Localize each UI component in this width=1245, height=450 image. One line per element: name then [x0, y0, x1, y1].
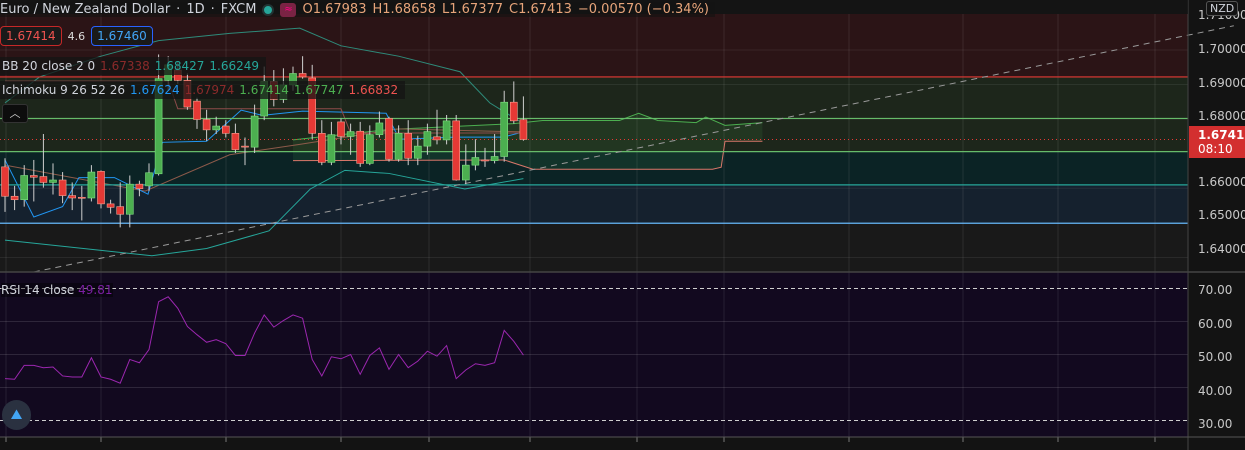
candle-down [68, 195, 76, 199]
ichimoku-span-b-value: 1.66832 [348, 83, 399, 97]
bb-basis-value: 1.67338 [100, 59, 150, 73]
price-axis-label: 1.70000 [1198, 42, 1245, 56]
candle-up [250, 115, 259, 148]
currency-label[interactable]: NZD [1206, 1, 1239, 16]
candle-down [356, 130, 365, 164]
candle-up [375, 122, 384, 135]
interval[interactable]: 1D [186, 2, 204, 17]
candle-down [39, 176, 48, 183]
rsi-axis-label: 50.00 [1198, 350, 1233, 364]
bb-upper-value: 1.68427 [154, 59, 205, 73]
candle-up [145, 172, 153, 187]
rsi-legend[interactable]: RSI 14 close 49.81 [1, 283, 113, 297]
candle-up [346, 131, 355, 137]
current-price: 1.67413 [1198, 128, 1245, 142]
spread-value: 4.6 [67, 29, 86, 43]
trade-panel: 1.67414 4.6 1.67460 [0, 26, 153, 46]
candle-up [461, 164, 470, 181]
candle-down [116, 206, 124, 215]
candle-down [29, 175, 38, 178]
high-value: H1.68658 [372, 2, 437, 17]
price-axis-label: 1.68000 [1198, 109, 1245, 123]
candle-down [1, 166, 9, 197]
candle-up [365, 134, 374, 164]
candle-down [509, 101, 518, 122]
price-zone [0, 184, 1188, 224]
wave-icon[interactable]: ≈ [280, 2, 297, 17]
candle-up [500, 101, 509, 157]
chevron-up-icon[interactable]: ︿ [2, 104, 28, 123]
candle-up [327, 134, 336, 163]
candle-down [78, 196, 86, 199]
rsi-axis-label: 70.00 [1198, 283, 1233, 297]
candle-up [49, 179, 57, 183]
candle-up [394, 133, 403, 160]
ichimoku-name: Ichimoku 9 26 52 26 [2, 83, 125, 97]
low-value: L1.67377 [442, 2, 504, 17]
candle-up [413, 145, 422, 159]
price-axis-label: 1.66000 [1198, 175, 1245, 189]
candle-up [423, 131, 432, 147]
candle-down [222, 125, 230, 134]
candle-down [298, 73, 307, 78]
symbol-name[interactable]: Euro / New Zealand Dollar [0, 2, 170, 17]
market-open-icon [262, 3, 275, 16]
change-value: −0.00570 (−0.34%) [577, 2, 709, 17]
close-value: C1.67413 [509, 2, 572, 17]
candle-down [106, 203, 115, 208]
candle-up [471, 157, 480, 166]
ichimoku-kijun-value: 1.67974 [184, 83, 235, 97]
candle-down [385, 118, 393, 160]
rsi-value: 49.81 [78, 283, 113, 297]
candle-down [481, 159, 489, 162]
candle-down [317, 133, 326, 163]
bb-name: BB 20 close 2 0 [2, 59, 96, 73]
candle-down [193, 100, 201, 120]
candle-down [97, 171, 105, 205]
ichimoku-tenkan-value: 1.67624 [130, 83, 180, 97]
price-axis-label: 1.69000 [1198, 76, 1245, 90]
rsi-axis-label: 40.00 [1198, 384, 1233, 398]
ohlc-values: O1.67983 H1.68658 L1.67377 C1.67413 −0.00570… [302, 2, 715, 17]
open-value: O1.67983 [302, 2, 367, 17]
buy-button[interactable]: 1.67460 [91, 26, 153, 46]
rsi-axis-label: 30.00 [1198, 417, 1233, 431]
candle-down [241, 145, 249, 148]
symbol-header: Euro / New Zealand Dollar · 1D · FXCM ≈ O1… [0, 2, 715, 17]
exchange: FXCM [220, 2, 257, 17]
bb-legend[interactable]: BB 20 close 2 0 1.67338 1.68427 1.66249 [0, 57, 267, 75]
candle-up [126, 183, 134, 215]
ichimoku-legend[interactable]: Ichimoku 9 26 52 26 1.67624 1.67974 1.67414… [0, 81, 406, 99]
candle-down [519, 119, 528, 140]
bb-lower-value: 1.66249 [209, 59, 260, 73]
sell-button[interactable]: 1.67414 [0, 26, 62, 46]
ichimoku-chikou-value: 1.67414 [239, 83, 289, 97]
candle-down [337, 121, 345, 137]
candle-up [490, 156, 499, 161]
rsi-name: RSI 14 close [1, 283, 75, 297]
candle-down [452, 120, 461, 181]
candle-down [231, 133, 240, 150]
ichimoku-span-a-value: 1.67747 [293, 83, 344, 97]
candle-down [10, 195, 19, 201]
candle-down [404, 133, 413, 159]
candle-down [433, 136, 441, 141]
current-price-label: 1.6741308:10 [1189, 126, 1245, 158]
candle-down [58, 179, 67, 196]
candle-down [135, 183, 144, 189]
rsi-axis-label: 60.00 [1198, 317, 1233, 331]
candle-up [20, 175, 29, 201]
tradingview-logo-icon[interactable]: ⛰ [2, 400, 31, 430]
price-axis-label: 1.64000 [1198, 242, 1245, 256]
candle-up [442, 120, 451, 141]
candle-up [212, 125, 220, 131]
bar-countdown: 08:10 [1198, 142, 1233, 156]
candle-down [202, 119, 211, 131]
candle-up [87, 171, 96, 199]
price-axis-label: 1.65000 [1198, 208, 1245, 222]
